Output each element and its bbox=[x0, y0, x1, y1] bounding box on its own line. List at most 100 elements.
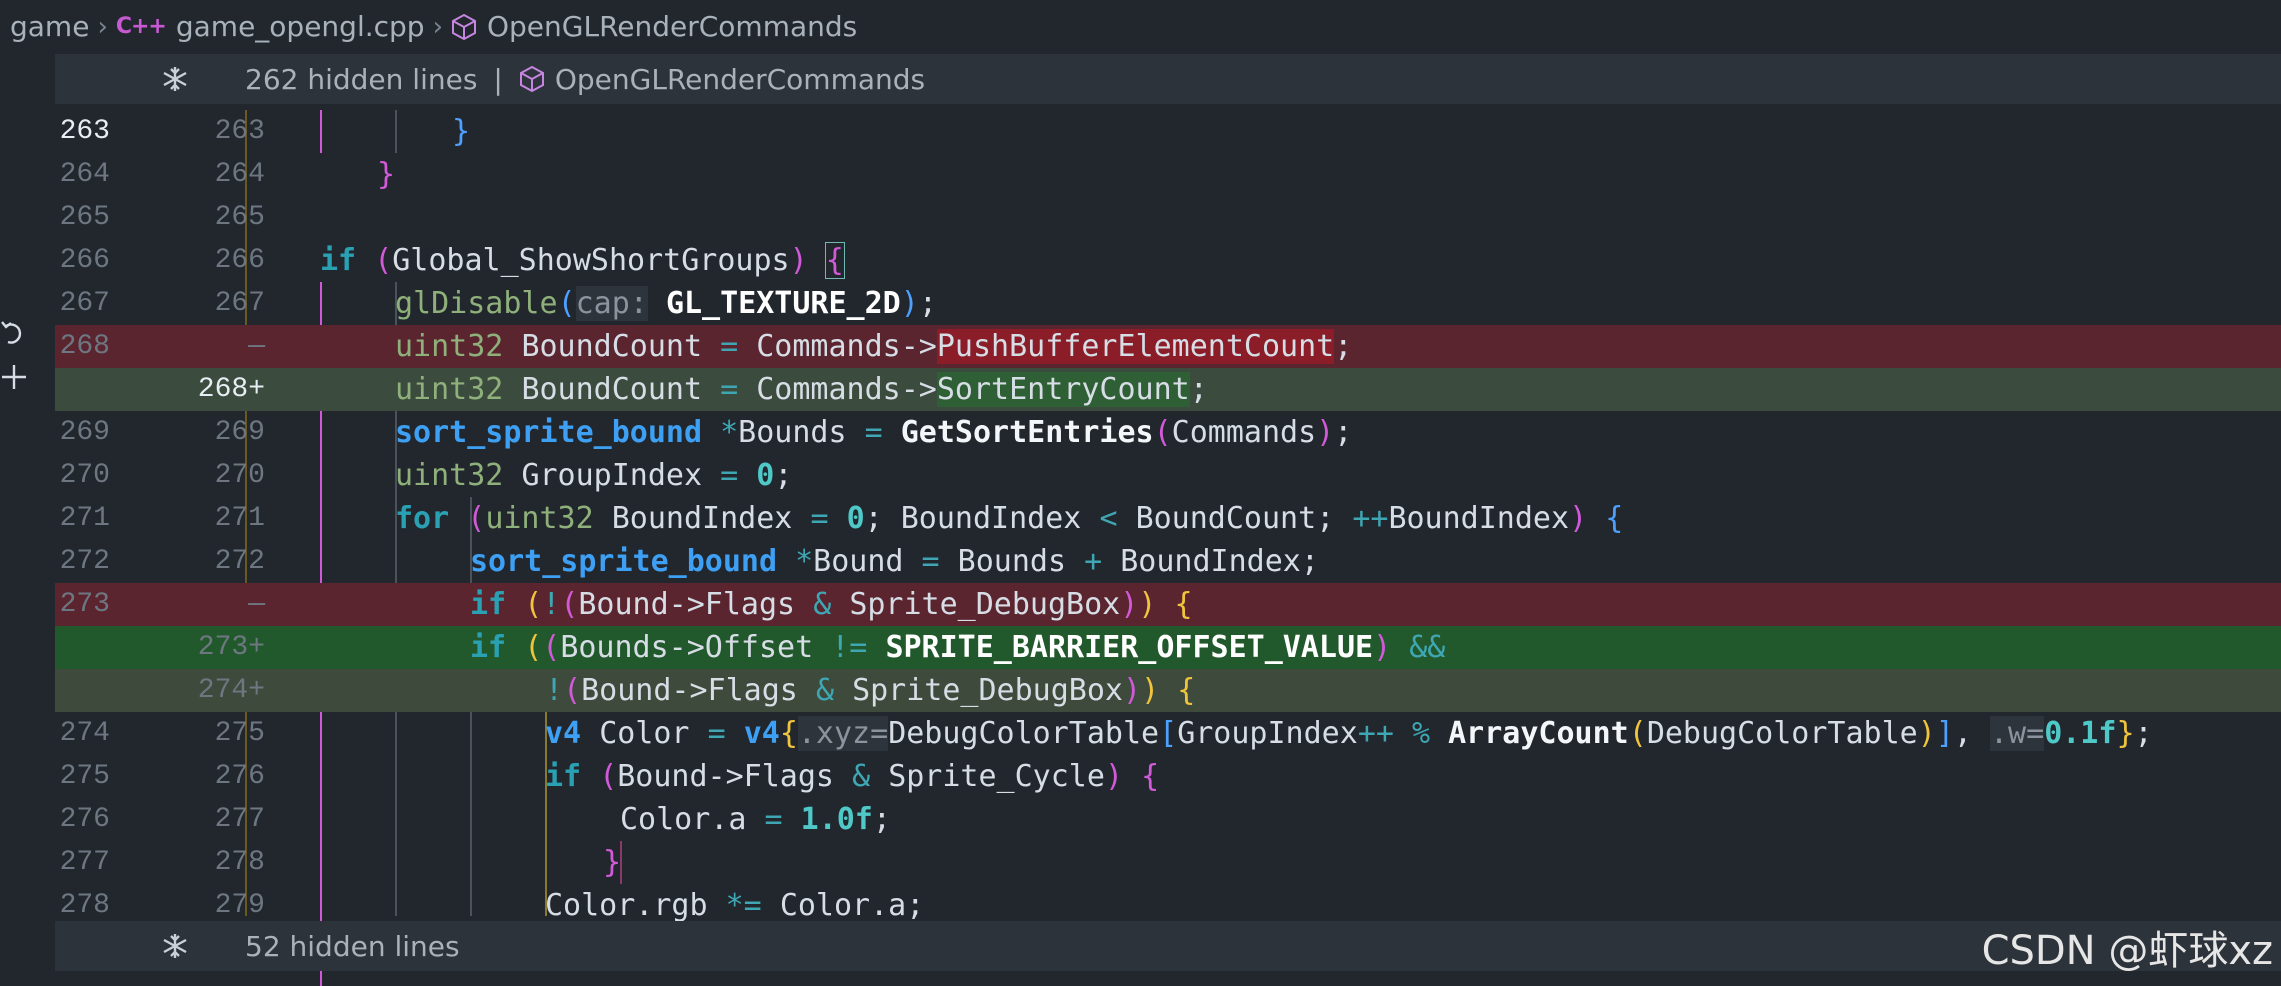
watermark: CSDN @虾球xz bbox=[1981, 928, 2273, 974]
expand-fold-icon[interactable] bbox=[158, 929, 192, 963]
old-line-number: 276 bbox=[59, 804, 110, 835]
code-line[interactable]: 267 267 glDisable(cap: GL_TEXTURE_2D); bbox=[55, 282, 2281, 325]
code-token: BoundIndex bbox=[611, 501, 793, 536]
old-line-number bbox=[55, 368, 110, 411]
code-token: Bound->Flags bbox=[578, 587, 796, 622]
code-token: GetSortEntries bbox=[900, 415, 1154, 450]
old-line-number: 270 bbox=[59, 460, 110, 491]
code-token: Color.a bbox=[620, 802, 747, 837]
fold-separator: | bbox=[493, 62, 503, 96]
code-token: Global_ShowShortGroups bbox=[392, 243, 790, 278]
new-line-number: 273+ bbox=[197, 632, 265, 663]
code-token: if bbox=[545, 759, 582, 794]
expand-fold-icon[interactable] bbox=[158, 62, 192, 96]
code-line[interactable]: 271 271 for (uint32 BoundIndex = 0; Boun… bbox=[55, 497, 2281, 540]
code-line[interactable]: 269 269 sort_sprite_bound *Bounds = GetS… bbox=[55, 411, 2281, 454]
code-token: BoundIndex bbox=[900, 501, 1082, 536]
deleted-line[interactable]: 268 — uint32 BoundCount = Commands->Push… bbox=[55, 325, 2281, 368]
hidden-lines-count: 52 hidden lines bbox=[245, 929, 460, 963]
code-line[interactable]: 263 263 } bbox=[55, 110, 2281, 153]
new-line-number: 272 bbox=[214, 546, 265, 577]
code-line[interactable]: 274 275 v4 Color = v4{.xyz=DebugColorTab… bbox=[55, 712, 2281, 755]
added-line[interactable]: 268+ uint32 BoundCount = Commands->SortE… bbox=[55, 368, 2281, 411]
code-token: uint32 bbox=[485, 501, 594, 536]
code-token: Bounds bbox=[957, 544, 1067, 579]
code-token: BoundIndex bbox=[1388, 501, 1570, 536]
hidden-lines-fold-top[interactable]: 262 hidden lines | OpenGLRenderCommands bbox=[55, 54, 2281, 104]
stage-change-icon[interactable] bbox=[0, 362, 28, 390]
code-line[interactable]: 264 264 } bbox=[55, 153, 2281, 196]
old-line-number: 267 bbox=[59, 288, 110, 319]
code-token: 0 bbox=[756, 458, 775, 493]
code-token: Bound->Flags bbox=[581, 673, 798, 708]
code-token: BoundCount bbox=[1135, 501, 1317, 536]
code-token: Commands-> bbox=[756, 372, 937, 407]
old-line-number: 263 bbox=[59, 116, 110, 147]
added-line[interactable]: 274+ !(Bound->Flags & Sprite_DebugBox)) … bbox=[55, 669, 2281, 712]
fold-symbol-label: OpenGLRenderCommands bbox=[554, 62, 926, 96]
code-token: if bbox=[320, 243, 357, 278]
added-line[interactable]: 273+ if ((Bounds->Offset != SPRITE_BARRI… bbox=[55, 626, 2281, 669]
new-line-number: — bbox=[248, 589, 265, 620]
code-token: glDisable bbox=[395, 286, 558, 321]
new-line-number: 278 bbox=[214, 847, 265, 878]
new-line-number: 263 bbox=[214, 116, 265, 147]
diff-editor[interactable]: 263 263 } 264 264 } 265 265 266 266 if (… bbox=[55, 110, 2281, 986]
new-line-number: 274+ bbox=[197, 675, 265, 706]
code-token: DebugColorTable bbox=[888, 716, 1160, 751]
new-line-number: 275 bbox=[214, 718, 265, 749]
code-token: Sprite_DebugBox bbox=[852, 673, 1123, 708]
inlay-hint: .w= bbox=[1990, 716, 2045, 751]
breadcrumb-item-folder[interactable]: game bbox=[10, 10, 89, 43]
code-line[interactable]: 276 277 Color.a = 1.0f; bbox=[55, 798, 2281, 841]
code-line[interactable]: 272 272 sort_sprite_bound *Bound = Bound… bbox=[55, 540, 2281, 583]
code-token: for bbox=[395, 501, 450, 536]
breadcrumb-file-label: game_opengl.cpp bbox=[175, 10, 425, 43]
old-line-number: 275 bbox=[59, 761, 110, 792]
code-line[interactable]: 266 266 if (Global_ShowShortGroups) { bbox=[55, 239, 2281, 282]
code-token: GroupIndex bbox=[521, 458, 703, 493]
code-token: sort_sprite_bound bbox=[395, 415, 703, 450]
chevron-right-icon: › bbox=[97, 11, 108, 42]
code-token: ArrayCount bbox=[1448, 716, 1629, 751]
old-line-number: 271 bbox=[59, 503, 110, 534]
new-line-number: 270 bbox=[214, 460, 265, 491]
code-token: Color.rgb bbox=[545, 888, 708, 923]
revert-change-icon[interactable] bbox=[0, 320, 28, 348]
code-token: GL_TEXTURE_2D bbox=[665, 286, 901, 321]
old-line-number: 277 bbox=[59, 847, 110, 878]
breadcrumb-symbol-label: OpenGLRenderCommands bbox=[486, 10, 858, 43]
code-token: BoundIndex bbox=[1120, 544, 1301, 579]
code-token: Sprite_Cycle bbox=[888, 759, 1105, 794]
code-line[interactable]: 270 270 uint32 GroupIndex = 0; bbox=[55, 454, 2281, 497]
breadcrumb: game › C++ game_opengl.cpp › OpenGLRende… bbox=[0, 0, 2281, 53]
old-line-number: 268 bbox=[59, 331, 110, 362]
code-token: Bound->Flags bbox=[617, 759, 834, 794]
old-line-number bbox=[55, 669, 110, 712]
struct-cube-icon bbox=[451, 13, 477, 41]
new-line-number: 266 bbox=[214, 245, 265, 276]
inlay-hint: cap: bbox=[575, 286, 648, 321]
code-token: BoundCount bbox=[521, 329, 703, 364]
hidden-lines-fold-bottom[interactable]: 52 hidden lines bbox=[55, 921, 2281, 971]
code-token: PushBufferElementCount bbox=[936, 329, 1335, 364]
code-token: 0 bbox=[846, 501, 865, 536]
code-token: Sprite_DebugBox bbox=[849, 587, 1121, 622]
code-token: uint32 bbox=[395, 458, 504, 493]
code-line[interactable]: 265 265 bbox=[55, 196, 2281, 239]
code-token: } bbox=[452, 114, 471, 149]
code-token: DebugColorTable bbox=[1646, 716, 1918, 751]
chevron-right-icon: › bbox=[432, 11, 443, 42]
code-token: GroupIndex bbox=[1177, 716, 1358, 751]
new-line-number: 264 bbox=[214, 159, 265, 190]
code-line[interactable]: 277 278 } bbox=[55, 841, 2281, 884]
old-line-number: 264 bbox=[59, 159, 110, 190]
code-token: } bbox=[377, 157, 396, 192]
code-line[interactable]: 275 276 if (Bound->Flags & Sprite_Cycle)… bbox=[55, 755, 2281, 798]
breadcrumb-item-symbol[interactable]: OpenGLRenderCommands bbox=[451, 10, 857, 43]
code-token: Color.a bbox=[779, 888, 907, 923]
old-line-number: 266 bbox=[59, 245, 110, 276]
breadcrumb-item-file[interactable]: C++ game_opengl.cpp bbox=[116, 10, 425, 43]
deleted-line[interactable]: 273 — if (!(Bound->Flags & Sprite_DebugB… bbox=[55, 583, 2281, 626]
code-token: sort_sprite_bound bbox=[470, 544, 778, 579]
